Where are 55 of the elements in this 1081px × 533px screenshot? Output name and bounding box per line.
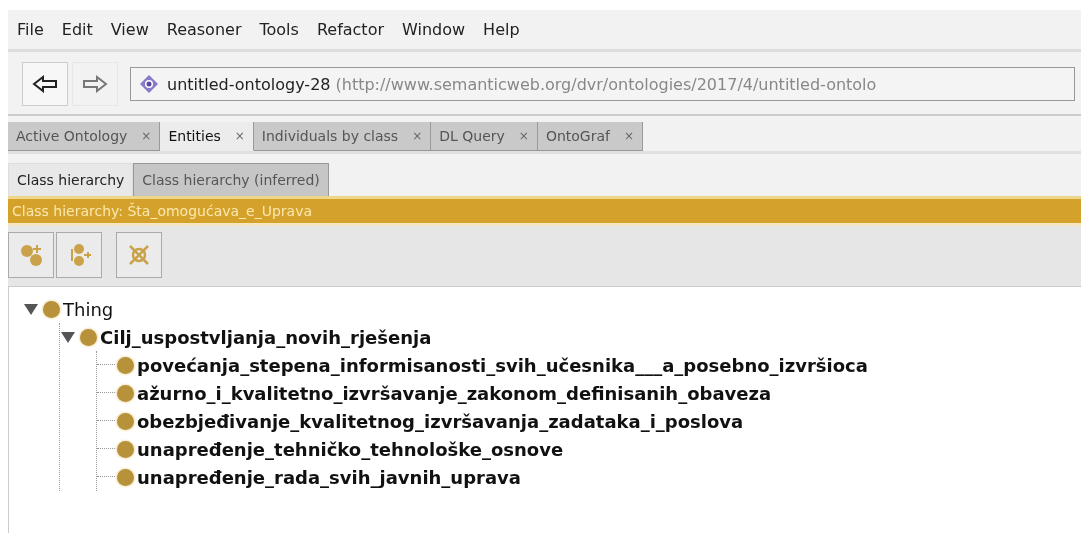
back-button[interactable] <box>22 62 68 106</box>
tab-label: Individuals by class <box>261 128 399 144</box>
menu-item[interactable]: Tools <box>250 18 308 41</box>
ontology-iri: (http://www.semanticweb.org/dvr/ontologies/2017/4/untitled-ontolo <box>335 74 877 94</box>
delete-class-button[interactable] <box>116 232 162 278</box>
add-subclass-button[interactable] <box>8 232 54 278</box>
class-icon <box>80 328 97 346</box>
tab-label: DL Query <box>439 128 505 144</box>
close-icon[interactable]: × <box>623 129 634 143</box>
tab[interactable]: OntoGraf × <box>537 122 643 151</box>
add-subclass-icon <box>19 243 43 267</box>
arrow-left-icon <box>32 75 58 93</box>
tab-label: OntoGraf <box>545 128 610 144</box>
menu-item[interactable]: Help <box>474 18 529 41</box>
view-title: Class hierarchy: Šta_omogućava_e_Uprava <box>8 196 1081 226</box>
menu-item[interactable]: Reasoner <box>157 18 251 41</box>
class-label[interactable]: obezbjeđivanje_kvalitetnog_izvršavanja_zadataka_i_poslova <box>137 410 744 432</box>
menu-item[interactable]: View <box>101 18 158 41</box>
ontology-icon <box>139 74 159 94</box>
tab[interactable]: Active Ontology × <box>8 122 161 151</box>
class-icon <box>117 356 134 374</box>
class-icon <box>117 412 134 430</box>
tab-label: Entities <box>168 128 221 144</box>
class-label[interactable]: unapređenje_tehničko_tehnološke_osnove <box>137 438 564 460</box>
forward-button[interactable] <box>72 62 118 106</box>
close-icon[interactable]: × <box>234 129 245 143</box>
tab[interactable]: DL Query × <box>431 122 538 151</box>
menu-item[interactable]: File <box>8 18 53 41</box>
class-label[interactable]: unapređenje_rada_svih_javnih_uprava <box>137 466 521 488</box>
ontology-name: untitled-ontology-28 <box>167 74 331 94</box>
tab[interactable]: Entities × <box>160 122 254 151</box>
class-label[interactable]: Thing <box>63 298 114 320</box>
close-icon[interactable]: × <box>412 129 423 143</box>
ontology-address-field[interactable]: untitled-ontology-28 (http://www.semanticweb.org/dvr/ontologies/2017/4/untitled-ontolo <box>130 67 1075 101</box>
class-icon <box>117 384 134 402</box>
tab[interactable]: Individuals by class × <box>253 122 432 151</box>
class-icon <box>43 300 60 318</box>
tab[interactable]: Class hierarchy (inferred) <box>133 163 329 196</box>
close-icon[interactable]: × <box>141 129 152 143</box>
class-label[interactable]: povećanja_stepena_informisanosti_svih_učesnika___a_posebno_izvršioca <box>137 354 868 376</box>
class-icon <box>117 468 134 486</box>
close-icon[interactable]: × <box>518 129 529 143</box>
add-sibling-button[interactable] <box>56 232 102 278</box>
class-label[interactable]: ažurno_i_kvalitetno_izvršavanje_zakonom_definisanih_obaveza <box>137 382 772 404</box>
expanded-triangle-icon[interactable] <box>60 330 78 344</box>
menu-item[interactable]: Window <box>393 18 475 41</box>
menu-item[interactable]: Refactor <box>307 18 393 41</box>
class-label[interactable]: Cilj_uspostvljanja_novih_rješenja <box>100 326 432 348</box>
menu-item[interactable]: Edit <box>52 18 102 41</box>
arrow-right-icon <box>82 75 108 93</box>
tab[interactable]: Class hierarchy <box>8 163 134 196</box>
delete-class-icon <box>127 243 151 267</box>
class-icon <box>117 440 134 458</box>
tab-label: Active Ontology <box>16 128 128 144</box>
expanded-triangle-icon[interactable] <box>23 302 41 316</box>
